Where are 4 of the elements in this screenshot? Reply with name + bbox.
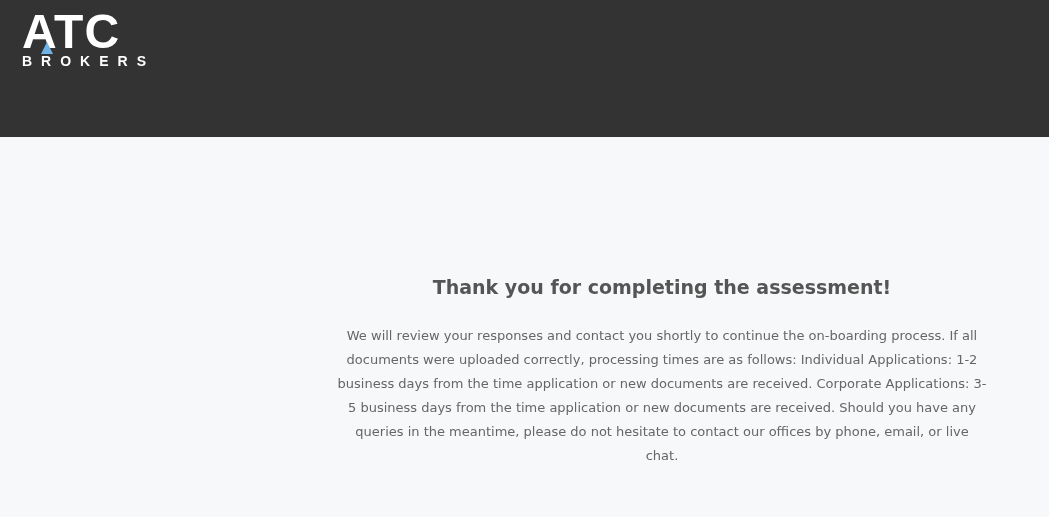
confirmation-message: We will review your responses and contact you shortly to continue the on-boarding process. If all documents were uploaded correctly, processing times are as follows: Individual Applications: 1-2 business days from the time application or new documents are received. Corporate Applications: 3-5 business days from the time application or new documents are received. Should you have any queries in the meantime, please do not hesitate to contact our offices by phone, email, or live chat. xyxy=(337,327,987,465)
logo-tagline: BROKERS xyxy=(22,54,156,68)
confirmation-title: Thank you for completing the assessment! xyxy=(432,275,892,300)
logo-wordmark[interactable]: ATC xyxy=(22,10,166,54)
